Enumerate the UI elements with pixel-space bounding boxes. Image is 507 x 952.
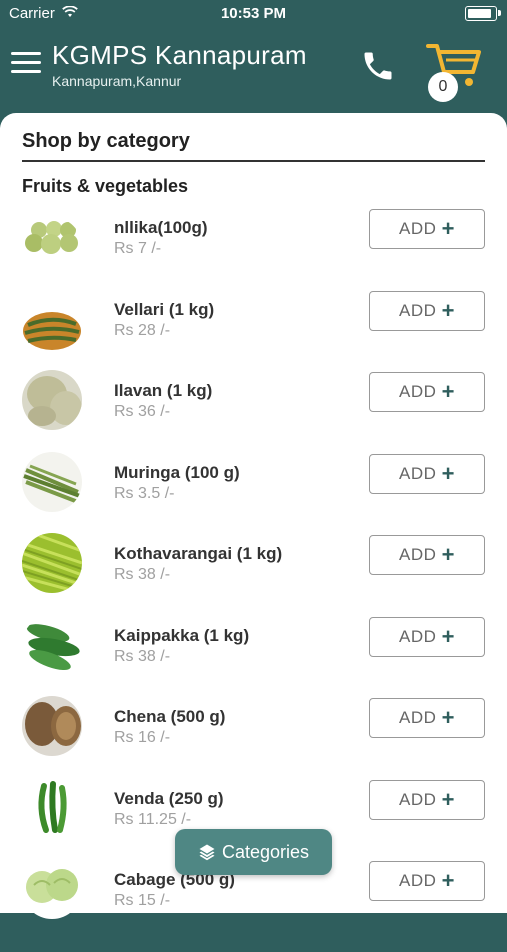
plus-icon: + [441,624,455,649]
product-row: Cabage (500 g) Rs 15 /- ADD + [0,859,507,952]
plus-icon: + [441,705,455,730]
page-title: Shop by category [22,130,190,152]
product-image-kothavarangai [22,533,82,593]
product-price: Rs 11.25 /- [114,811,192,828]
store-location: Kannapuram,Kannur [52,73,182,89]
product-image-kaippakka [22,615,82,675]
product-name: Chena (500 g) [114,707,226,726]
product-image-chena [22,696,82,756]
add-button[interactable]: ADD + [369,372,485,412]
product-image-vellari [22,300,82,360]
categories-button[interactable]: Categories [175,829,332,875]
product-image-cabage [22,859,82,919]
plus-icon: + [441,379,455,404]
product-name: Venda (250 g) [114,789,224,808]
divider [22,160,485,162]
product-image-ilavan [22,370,82,430]
product-name: Kaippakka (1 kg) [114,626,250,645]
product-row: Kaippakka (1 kg) Rs 38 /- ADD + [0,615,507,708]
plus-icon: + [441,298,455,323]
store-title: KGMPS Kannapuram [52,40,307,70]
product-name: Muringa (100 g) [114,463,240,482]
clock: 10:53 PM [220,5,287,22]
product-row: Vellari (1 kg) Rs 28 /- ADD + [0,291,507,382]
phone-icon[interactable] [360,48,396,84]
plus-icon: + [441,787,455,812]
add-button[interactable]: ADD + [369,535,485,575]
add-button[interactable]: ADD + [369,780,485,820]
plus-icon: + [441,868,455,893]
add-button[interactable]: ADD + [369,454,485,494]
product-price: Rs 3.5 /- [114,485,175,502]
add-button[interactable]: ADD + [369,617,485,657]
menu-icon[interactable] [11,52,41,76]
product-row: nllika(100g) Rs 7 /- ADD + [0,209,507,300]
categories-label: Categories [221,842,310,862]
plus-icon: + [441,216,455,241]
product-price: Rs 38 /- [114,566,171,583]
product-name: Kothavarangai (1 kg) [114,544,283,563]
product-name: Vellari (1 kg) [114,300,215,319]
product-name: Ilavan (1 kg) [114,381,213,400]
category-title: Fruits & vegetables [22,176,189,196]
product-price: Rs 16 /- [114,729,171,746]
product-row: Chena (500 g) Rs 16 /- ADD + [0,696,507,789]
product-name: nllika(100g) [114,218,208,237]
status-bar: Carrier 10:53 PM [0,0,507,28]
add-button[interactable]: ADD + [369,209,485,249]
battery-icon [465,6,501,21]
product-price: Rs 7 /- [114,240,162,257]
product-row: Muringa (100 g) Rs 3.5 /- ADD + [0,452,507,545]
product-row: Kothavarangai (1 kg) Rs 38 /- ADD + [0,533,507,626]
product-row: Ilavan (1 kg) Rs 36 /- ADD + [0,370,507,463]
plus-icon: + [441,542,455,567]
product-price: Rs 36 /- [114,403,171,420]
add-button[interactable]: ADD + [369,698,485,738]
cart-count-badge: 0 [428,72,458,102]
product-price: Rs 38 /- [114,648,171,665]
layers-icon [199,844,215,861]
product-image-muringa [22,452,82,512]
add-button[interactable]: ADD + [369,291,485,331]
plus-icon: + [441,461,455,486]
product-image-venda [22,778,82,838]
add-button[interactable]: ADD + [369,861,485,901]
product-image-nellika [22,217,82,277]
product-price: Rs 28 /- [114,322,171,339]
product-price: Rs 15 /- [114,892,171,909]
